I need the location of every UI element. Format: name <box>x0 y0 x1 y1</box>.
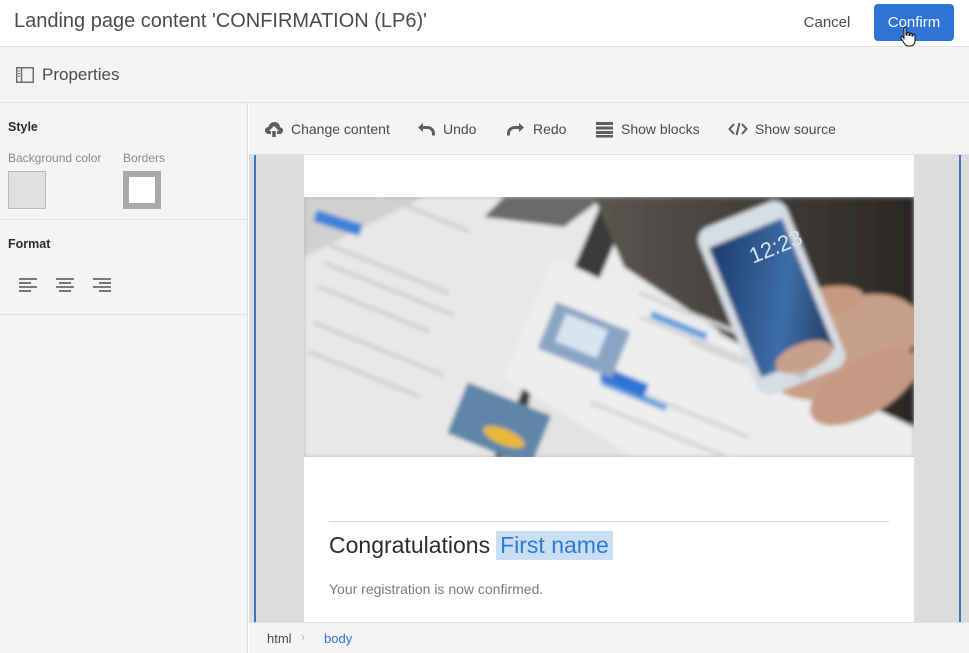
hand-cursor-icon <box>900 26 916 47</box>
content-divider <box>329 521 889 522</box>
editor-toolbar: Change content Undo Redo Show blocks Sho… <box>249 103 969 155</box>
editor-canvas[interactable]: 12:23 Congratulations First name Your re… <box>249 155 969 622</box>
undo-label: Undo <box>443 121 477 137</box>
borders-label: Borders <box>123 151 166 165</box>
align-center-icon[interactable] <box>54 274 76 296</box>
show-blocks-label: Show blocks <box>621 121 700 137</box>
format-section: Format <box>0 220 247 315</box>
style-section: Style Background color Borders <box>0 103 247 220</box>
align-left-icon[interactable] <box>17 274 39 296</box>
align-right-icon[interactable] <box>91 274 113 296</box>
properties-panel-icon[interactable] <box>16 67 34 83</box>
borders-swatch[interactable] <box>123 171 161 209</box>
redo-icon <box>507 123 524 136</box>
style-section-title: Style <box>8 120 38 134</box>
personalization-field-first-name[interactable]: First name <box>496 531 613 560</box>
confirmation-message[interactable]: Your registration is now confirmed. <box>329 581 543 597</box>
redo-button[interactable]: Redo <box>506 103 566 155</box>
properties-bar: Properties <box>0 47 969 103</box>
show-blocks-button[interactable]: Show blocks <box>595 103 700 155</box>
cancel-button[interactable]: Cancel <box>794 8 860 38</box>
change-content-label: Change content <box>291 121 390 137</box>
header-bar: Landing page content 'CONFIRMATION (LP6)… <box>0 0 969 47</box>
blocks-icon <box>596 121 613 137</box>
page-title: Landing page content 'CONFIRMATION (LP6)… <box>14 10 427 32</box>
breadcrumb-item-html[interactable]: html <box>267 631 292 646</box>
properties-label: Properties <box>42 65 120 84</box>
undo-button[interactable]: Undo <box>416 103 476 155</box>
selection-border-right <box>959 155 961 622</box>
undo-icon <box>418 123 435 136</box>
code-icon <box>728 122 748 136</box>
properties-panel: Style Background color Borders Format <box>0 103 248 653</box>
breadcrumb-item-body[interactable]: body <box>324 631 352 646</box>
breadcrumb: html › body <box>249 622 969 653</box>
show-source-button[interactable]: Show source <box>728 103 836 155</box>
background-color-label: Background color <box>8 151 102 165</box>
show-source-label: Show source <box>755 121 836 137</box>
landing-page-body[interactable]: 12:23 Congratulations First name Your re… <box>304 155 914 622</box>
hero-image[interactable]: 12:23 <box>304 197 914 457</box>
heading-text: Congratulations <box>329 532 491 558</box>
format-section-title: Format <box>8 237 51 251</box>
redo-label: Redo <box>533 121 567 137</box>
confirmation-heading[interactable]: Congratulations First name <box>329 531 613 560</box>
change-content-button[interactable]: Change content <box>264 103 390 155</box>
background-color-swatch[interactable] <box>8 171 46 209</box>
chevron-right-icon: › <box>301 630 305 644</box>
cloud-upload-icon <box>265 122 283 137</box>
selection-border-left <box>254 155 256 622</box>
